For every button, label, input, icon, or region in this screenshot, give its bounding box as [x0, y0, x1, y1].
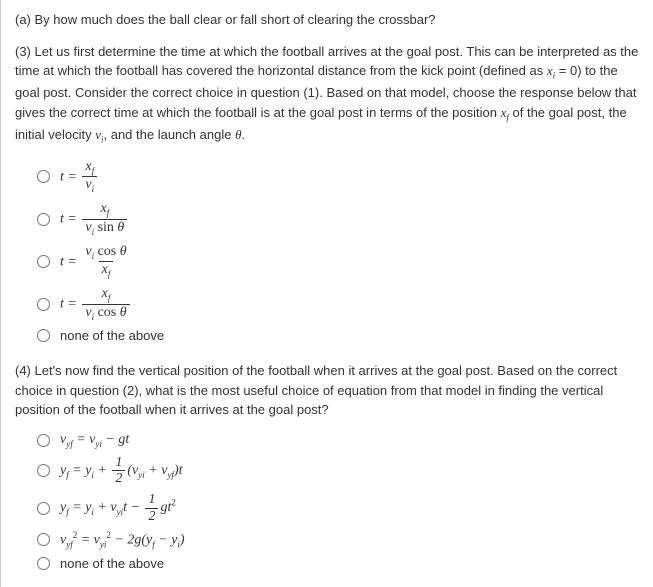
- radio-input[interactable]: [37, 502, 50, 515]
- q4-option-5[interactable]: none of the above: [37, 556, 639, 571]
- q3-opt5-text: none of the above: [60, 328, 164, 343]
- question-panel: (a) By how much does the ball clear or f…: [0, 0, 653, 587]
- q3-text-4: , and the launch angle: [104, 127, 236, 142]
- q3-text-5: .: [241, 127, 245, 142]
- q4-opt5-text: none of the above: [60, 556, 164, 571]
- radio-input[interactable]: [37, 557, 50, 570]
- q3-option-4[interactable]: t = xf vi cos θ: [37, 286, 639, 322]
- radio-input[interactable]: [37, 255, 50, 268]
- q4-opt4-math: vyf2 = vyi2 − 2g(yf − yi): [60, 530, 185, 549]
- radio-input[interactable]: [37, 434, 50, 447]
- q3-option-3[interactable]: t = vi cos θ xf: [37, 244, 639, 280]
- q3-opt2-math: t = xf vi sin θ: [60, 201, 129, 237]
- radio-input[interactable]: [37, 329, 50, 342]
- q3-opt1-math: t = xf vi: [60, 159, 99, 195]
- radio-input[interactable]: [37, 533, 50, 546]
- q3-opt4-math: t = xf vi cos θ: [60, 286, 132, 322]
- q4-prompt: (4) Let's now find the vertical position…: [15, 361, 639, 420]
- radio-input[interactable]: [37, 464, 50, 477]
- q3-option-1[interactable]: t = xf vi: [37, 159, 639, 195]
- q3-options: t = xf vi t = xf vi sin θ t =: [37, 159, 639, 344]
- sym-xi: xi: [547, 63, 555, 78]
- q4-opt2-math: yf = yi + 12(vyi + vyf)t: [60, 455, 183, 487]
- sym-vi: vi: [95, 127, 103, 142]
- q4-option-2[interactable]: yf = yi + 12(vyi + vyf)t: [37, 455, 639, 487]
- q4-opt1-math: vyf = vyi − gt: [60, 432, 129, 449]
- q4-option-4[interactable]: vyf2 = vyi2 − 2g(yf − yi): [37, 530, 639, 549]
- q4-opt3-math: yf = yi + vyit − 12gt2: [60, 492, 176, 524]
- radio-input[interactable]: [37, 213, 50, 226]
- sym-xf: xf: [501, 105, 509, 120]
- q4-option-1[interactable]: vyf = vyi − gt: [37, 432, 639, 449]
- q3-option-2[interactable]: t = xf vi sin θ: [37, 201, 639, 237]
- q4-option-3[interactable]: yf = yi + vyit − 12gt2: [37, 492, 639, 524]
- q3-text-1: (3) Let us first determine the time at w…: [15, 44, 638, 79]
- q3-prompt: (3) Let us first determine the time at w…: [15, 42, 639, 147]
- radio-input[interactable]: [37, 170, 50, 183]
- q4-options: vyf = vyi − gt yf = yi + 12(vyi + vyf)t …: [37, 432, 639, 571]
- radio-input[interactable]: [37, 298, 50, 311]
- part-a-text: (a) By how much does the ball clear or f…: [15, 10, 639, 30]
- q3-option-5[interactable]: none of the above: [37, 328, 639, 343]
- q3-opt3-math: t = vi cos θ xf: [60, 244, 132, 280]
